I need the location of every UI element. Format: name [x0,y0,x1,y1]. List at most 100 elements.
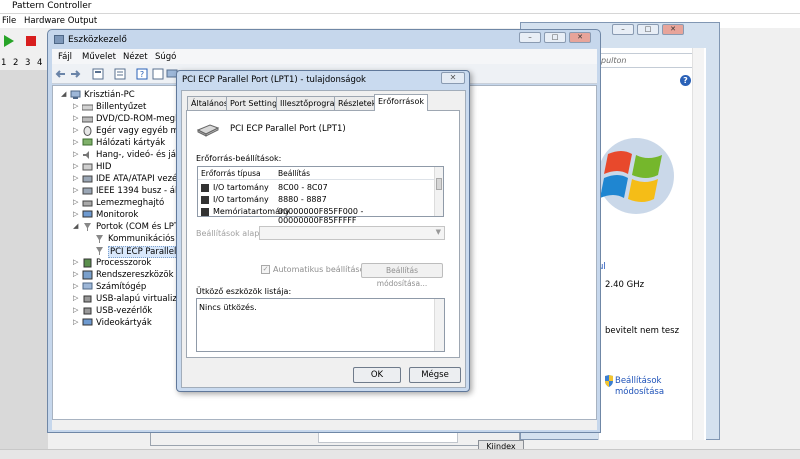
channel-4[interactable]: 4 [37,58,42,68]
auto-settings-checkbox[interactable]: ✓ [261,265,270,274]
device-manager-icon [54,35,64,44]
forward-arrow-icon[interactable] [69,68,81,80]
expand-arrow-icon[interactable]: ▷ [73,270,78,278]
menu-action[interactable]: Művelet [82,52,116,62]
resource-type: I/O tartomány [213,195,269,204]
column-header-type[interactable]: Erőforrás típusa [201,169,261,178]
expand-arrow-icon[interactable]: ▷ [73,102,78,110]
control-panel-scrollbar[interactable] [692,48,704,440]
expand-arrow-icon[interactable]: ▷ [73,258,78,266]
cpu-speed-text: 2.40 GHz [605,280,645,290]
parallel-port-device-icon [196,124,220,137]
resource-settings-label: Erőforrás-beállítások: [196,154,282,163]
close-icon[interactable]: ✕ [569,32,591,43]
resource-icon [201,196,209,204]
resource-row[interactable]: Memóriatartomány 00000000F85FF000 - 0000… [201,206,437,225]
display-adapter-icon [82,318,93,326]
scroll-thumb[interactable] [436,178,442,190]
auto-settings-label: Automatikus beállítások [273,265,370,274]
back-arrow-icon[interactable] [55,68,67,80]
cancel-button[interactable]: Mégse [409,367,461,383]
change-settings-link-2[interactable]: módosítása [615,387,664,397]
device-manager-window-controls: – □ ✕ [519,32,597,44]
stop-icon[interactable] [26,36,36,46]
details-icon[interactable] [114,68,126,80]
close-icon[interactable]: ✕ [662,24,684,35]
resource-icon [201,184,209,192]
expand-arrow-icon[interactable]: ▷ [73,294,78,302]
help-icon[interactable]: ? [136,68,148,80]
sound-icon [83,151,89,159]
change-settings-button[interactable]: Beállítás módosítása... [361,263,443,288]
expand-arrow-icon[interactable]: ▷ [73,318,78,326]
device-name: PCI ECP Parallel Port (LPT1) [230,124,346,134]
expand-arrow-icon[interactable]: ▷ [73,162,78,170]
expand-arrow-icon[interactable]: ▷ [73,174,78,182]
channel-3[interactable]: 3 [25,58,30,68]
tree-node-label: Számítógép [96,282,147,292]
menu-hardware-output[interactable]: Hardware Output [24,16,97,26]
port-device-icon [96,247,103,255]
channel-2[interactable]: 2 [13,58,18,68]
expand-arrow-icon[interactable]: ▷ [73,306,78,314]
menu-file[interactable]: File [2,16,16,26]
help-icon[interactable]: ? [680,75,691,86]
chevron-down-icon[interactable]: ▼ [436,228,441,236]
channel-1[interactable]: 1 [1,58,6,68]
minimize-icon[interactable]: – [612,24,634,35]
resource-table-scrollbar[interactable] [434,167,443,216]
maximize-icon[interactable]: □ [544,32,566,43]
expand-arrow-icon[interactable]: ▷ [73,198,78,206]
usb-controller-icon [83,307,92,315]
properties-view-icon[interactable] [92,68,104,80]
change-settings-link[interactable]: Beállítások [615,376,661,386]
maximize-icon[interactable]: □ [637,24,659,35]
resource-row[interactable]: I/O tartomány 8C00 - 8C07 [201,182,437,193]
port-icon [84,223,91,231]
expand-arrow-icon[interactable]: ▷ [73,138,78,146]
computer-icon [82,282,93,290]
channel-row: 1 2 3 4 [0,56,48,70]
tree-node-label: Billentyűzet [96,102,147,112]
expand-arrow-icon[interactable]: ▷ [73,126,78,134]
expand-arrow-icon[interactable]: ▷ [73,186,78,194]
shield-icon [605,375,613,387]
menu-view[interactable]: Nézet [123,52,148,62]
usb-virtual-icon [83,295,92,303]
tree-node-label: Videokártyák [96,318,152,328]
ide-icon [82,175,93,183]
svg-text:?: ? [140,70,144,79]
tree-node-label: Rendszereszközök [96,270,174,280]
tab-resources[interactable]: Erőforrások [374,94,428,111]
conflict-list-scrollbar[interactable] [434,299,444,351]
minimize-icon[interactable]: – [519,32,541,43]
collapse-arrow-icon[interactable]: ◢ [61,90,66,98]
scan-hardware-icon[interactable] [152,68,164,80]
expand-arrow-icon[interactable]: ▷ [73,114,78,122]
app-title: Pattern Controller [12,1,92,11]
port-device-icon [96,235,103,243]
pattern-area [0,70,48,459]
tree-node-label: Processzorok [96,258,152,268]
windows-logo-icon [598,138,674,214]
collapse-arrow-icon[interactable]: ◢ [73,222,78,230]
expand-arrow-icon[interactable]: ▷ [73,150,78,158]
tree-node-label: Krisztián-PC [84,90,135,100]
expand-arrow-icon[interactable]: ▷ [73,282,78,290]
taskbar-strip [0,449,800,459]
resource-row[interactable]: I/O tartomány 8880 - 8887 [201,194,437,205]
column-header-setting[interactable]: Beállítás [278,169,310,178]
search-input[interactable]: pulton [598,53,704,68]
menu-help[interactable]: Súgó [155,52,176,62]
tree-node-label: USB-vezérlők [96,306,153,316]
search-placeholder: pulton [601,56,627,65]
close-icon[interactable]: ✕ [441,72,465,84]
ok-button[interactable]: OK [353,367,401,383]
play-icon[interactable] [4,35,14,47]
control-panel-window-controls: – □ ✕ [612,24,692,36]
expand-arrow-icon[interactable]: ▷ [73,210,78,218]
resource-icon [201,208,209,216]
menu-file[interactable]: Fájl [58,52,72,62]
settings-base-select[interactable]: ▼ [259,226,445,240]
properties-dialog-title: PCI ECP Parallel Port (LPT1) - tulajdons… [182,75,366,85]
